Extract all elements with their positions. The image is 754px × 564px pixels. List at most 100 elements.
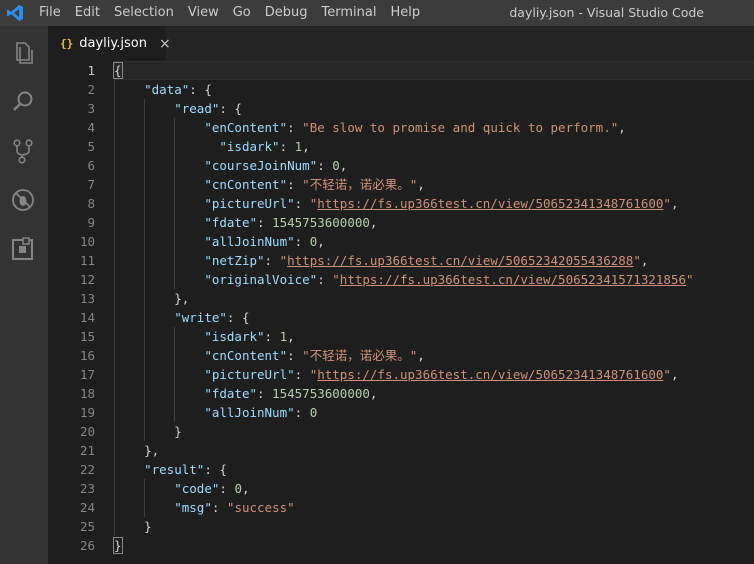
json-punctuation: : bbox=[294, 234, 310, 249]
code-line: "write": { bbox=[114, 308, 754, 327]
code-line: "result": { bbox=[114, 460, 754, 479]
json-punctuation: : bbox=[219, 481, 235, 496]
line-number-gutter: 1 2 3 4 5 6 7 8 9 10 11 12 13 14 15 16 17 18 19 20 21 22 23 24 2… bbox=[48, 61, 95, 555]
json-key: "data" bbox=[144, 82, 190, 97]
code-line: "code": 0, bbox=[114, 479, 754, 498]
indent-guide bbox=[144, 99, 146, 118]
code-line: "data": { bbox=[114, 80, 754, 99]
indent-guide bbox=[174, 194, 176, 213]
menu-debug[interactable]: Debug bbox=[258, 0, 315, 26]
json-string: " bbox=[279, 253, 288, 268]
extensions-icon[interactable] bbox=[8, 234, 38, 264]
code-line: "fdate": 1545753600000, bbox=[114, 384, 754, 403]
code-line: "read": { bbox=[114, 99, 754, 118]
indent-guide bbox=[174, 327, 176, 346]
code-line: } bbox=[113, 536, 754, 555]
indent-guide bbox=[144, 232, 146, 251]
debug-icon[interactable] bbox=[8, 185, 38, 215]
indent-guide bbox=[114, 175, 115, 194]
close-icon[interactable]: × bbox=[159, 36, 171, 52]
line-number: 5 bbox=[87, 139, 95, 154]
code-line: }, bbox=[114, 441, 754, 460]
json-number: 1545753600000 bbox=[272, 215, 370, 230]
title-bar: File Edit Selection View Go Debug Termin… bbox=[0, 0, 754, 26]
search-icon[interactable] bbox=[8, 87, 38, 117]
indent-guide bbox=[114, 460, 115, 479]
source-control-icon[interactable] bbox=[8, 136, 38, 166]
json-number: 0 bbox=[234, 481, 242, 496]
line-number: 17 bbox=[79, 367, 95, 382]
indent-guide bbox=[174, 365, 176, 384]
code-editor[interactable]: 1 2 3 4 5 6 7 8 9 10 11 12 13 14 15 16 17 18 19 20 21 22 23 24 2… bbox=[48, 61, 754, 564]
json-punctuation: : { bbox=[189, 82, 212, 97]
json-punctuation: , bbox=[287, 329, 295, 344]
json-key: "code" bbox=[174, 481, 220, 496]
line-number: 14 bbox=[79, 310, 95, 325]
indent-guide bbox=[144, 308, 146, 327]
indent-guide bbox=[114, 498, 115, 517]
window-title: dayliy.json - Visual Studio Code bbox=[509, 5, 704, 20]
indent-guide bbox=[114, 251, 115, 270]
indent-guide bbox=[174, 175, 176, 194]
json-string: " bbox=[663, 196, 671, 211]
json-number: 0 bbox=[309, 405, 318, 420]
code-line: "pictureUrl": "https://fs.up366test.cn/v… bbox=[114, 365, 754, 384]
json-key: "fdate" bbox=[204, 215, 257, 230]
vscode-logo-icon bbox=[7, 5, 23, 21]
json-link[interactable]: https://fs.up366test.cn/view/50652341571… bbox=[340, 272, 686, 287]
line-number: 23 bbox=[79, 481, 95, 496]
indent-guide bbox=[174, 137, 176, 156]
json-key: "originalVoice" bbox=[204, 272, 318, 287]
json-punctuation: , bbox=[670, 367, 679, 382]
menu-edit[interactable]: Edit bbox=[68, 0, 107, 26]
indent-guide bbox=[144, 346, 146, 365]
json-punctuation: } bbox=[144, 519, 152, 534]
menu-selection[interactable]: Selection bbox=[107, 0, 181, 26]
json-key: "enContent" bbox=[204, 120, 288, 135]
line-number: 18 bbox=[79, 386, 95, 401]
indent-guide bbox=[144, 479, 146, 498]
code-line: }, bbox=[114, 289, 754, 308]
json-link[interactable]: https://fs.up366test.cn/view/50652341348… bbox=[317, 196, 663, 211]
json-link[interactable]: https://fs.up366test.cn/view/50652342055… bbox=[287, 253, 633, 268]
line-number: 1 bbox=[87, 63, 95, 78]
json-number: 1 bbox=[279, 329, 288, 344]
indent-guide bbox=[114, 270, 115, 289]
json-link[interactable]: https://fs.up366test.cn/view/50652341348… bbox=[317, 367, 663, 382]
json-punctuation: , bbox=[417, 177, 425, 192]
json-key: "allJoinNum" bbox=[204, 405, 295, 420]
activity-bar bbox=[0, 26, 48, 564]
files-icon[interactable] bbox=[8, 38, 38, 68]
json-key: "cnContent" bbox=[204, 177, 288, 192]
json-punctuation: { bbox=[113, 62, 123, 79]
json-punctuation: : { bbox=[204, 462, 227, 477]
code-area[interactable]: { "data": { "read": { "enContent": "Be s… bbox=[113, 61, 754, 555]
json-key: "cnContent" bbox=[204, 348, 288, 363]
menu-file[interactable]: File bbox=[32, 0, 68, 26]
json-string: " bbox=[332, 272, 340, 287]
tab-dayliy-json[interactable]: {} dayliy.json × bbox=[48, 26, 171, 61]
line-number: 22 bbox=[79, 462, 95, 477]
menu-go[interactable]: Go bbox=[226, 0, 258, 26]
indent-guide bbox=[114, 99, 115, 118]
json-string: " bbox=[685, 272, 694, 287]
indent-guide bbox=[114, 232, 115, 251]
json-punctuation: : bbox=[257, 215, 273, 230]
json-punctuation: , bbox=[369, 215, 378, 230]
menu-terminal[interactable]: Terminal bbox=[315, 0, 384, 26]
menu-bar: File Edit Selection View Go Debug Termin… bbox=[32, 0, 427, 26]
indent-guide bbox=[114, 137, 115, 156]
menu-help[interactable]: Help bbox=[383, 0, 427, 26]
code-line: "courseJoinNum": 0, bbox=[114, 156, 754, 175]
json-punctuation: , bbox=[417, 348, 425, 363]
menu-view[interactable]: View bbox=[181, 0, 226, 26]
json-punctuation: , bbox=[302, 139, 310, 154]
json-punctuation: : bbox=[264, 329, 280, 344]
